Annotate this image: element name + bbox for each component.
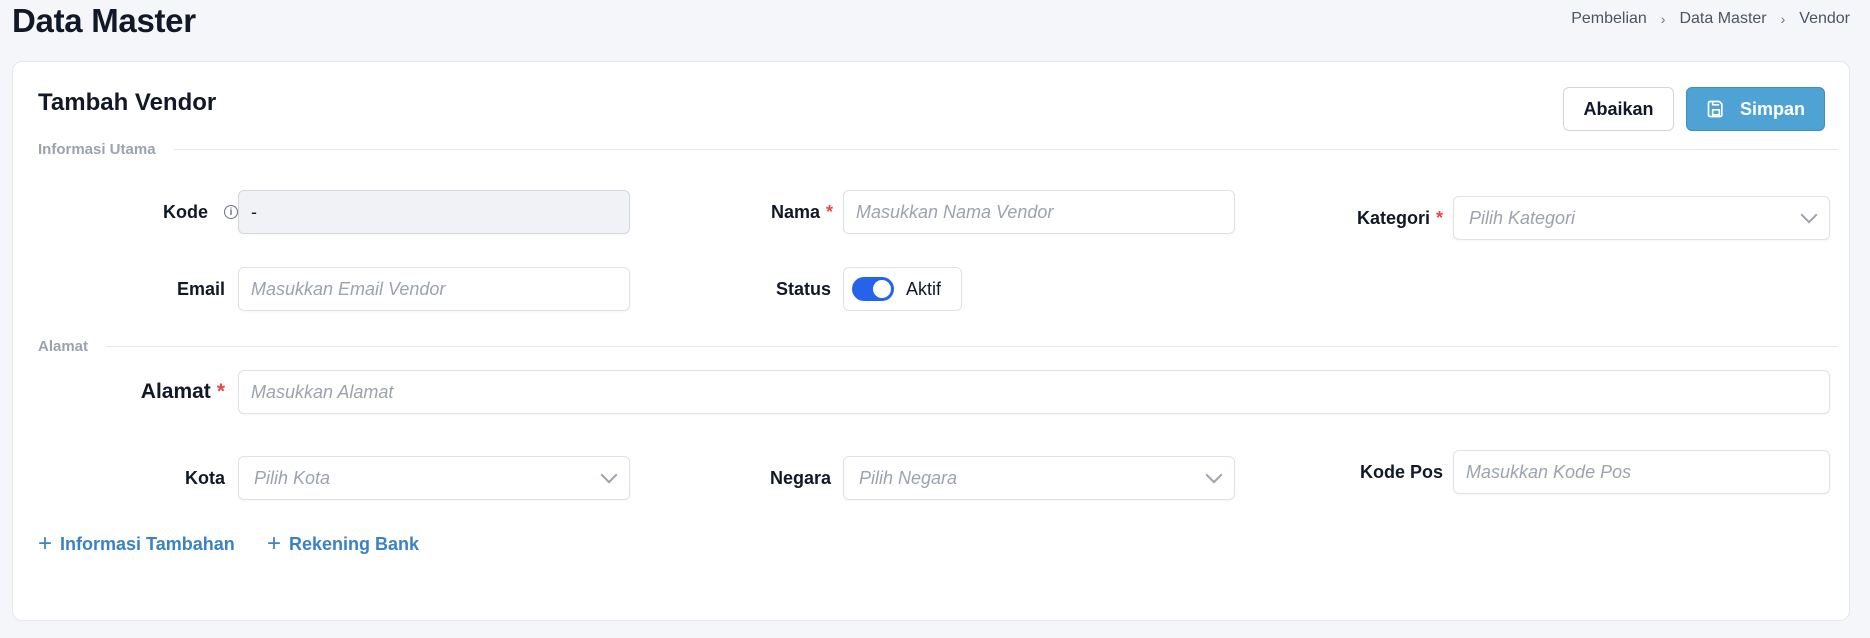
kode-label: Kode i xyxy=(113,190,238,234)
required-mark: * xyxy=(1435,207,1443,228)
chevron-down-icon xyxy=(1205,466,1223,484)
kota-label: Kota xyxy=(113,456,225,500)
negara-select-value: Pilih Negara xyxy=(859,467,958,488)
chevron-down-icon xyxy=(600,466,618,484)
nama-label-text: Nama xyxy=(770,201,820,222)
save-icon xyxy=(1707,100,1723,118)
kota-select[interactable]: Pilih Kota xyxy=(238,456,630,500)
breadcrumb-item-data-master[interactable]: Data Master xyxy=(1679,10,1766,28)
section-label-address: Alamat xyxy=(38,338,89,355)
status-value: Aktif xyxy=(906,278,942,299)
plus-icon: + xyxy=(38,530,53,557)
breadcrumb: Pembelian › Data Master › Vendor xyxy=(1571,10,1850,28)
kategori-label-text: Kategori xyxy=(1356,207,1430,228)
negara-label: Negara xyxy=(713,456,831,500)
add-info-label: Informasi Tambahan xyxy=(60,533,235,554)
status-field: Aktif xyxy=(843,267,962,311)
kode-pos-label: Kode Pos xyxy=(1313,450,1443,494)
kode-label-text: Kode xyxy=(163,201,208,222)
alamat-label-text: Alamat xyxy=(140,380,211,403)
kategori-select[interactable]: Pilih Kategori xyxy=(1453,196,1830,240)
chevron-right-icon: › xyxy=(1780,11,1786,27)
add-bank-label: Rekening Bank xyxy=(289,533,420,554)
email-label: Email xyxy=(113,267,225,311)
kode-pos-label-text: Kode Pos xyxy=(1359,461,1443,482)
email-label-text: Email xyxy=(176,278,225,299)
cancel-button[interactable]: Abaikan xyxy=(1563,87,1674,131)
save-button[interactable]: Simpan xyxy=(1686,87,1825,131)
section-informasi-utama: Informasi Utama xyxy=(38,141,1838,158)
plus-icon: + xyxy=(267,530,282,557)
breadcrumb-item-pembelian[interactable]: Pembelian xyxy=(1571,10,1647,28)
status-label: Status xyxy=(713,267,831,311)
kode-field: - xyxy=(238,190,630,234)
add-informasi-tambahan-button[interactable]: + Informasi Tambahan xyxy=(38,532,235,556)
info-icon[interactable]: i xyxy=(224,205,238,219)
kategori-select-value: Pilih Kategori xyxy=(1469,207,1576,228)
status-toggle[interactable] xyxy=(852,277,894,301)
chevron-right-icon: › xyxy=(1660,11,1666,27)
status-label-text: Status xyxy=(775,278,831,299)
negara-select[interactable]: Pilih Negara xyxy=(843,456,1235,500)
required-mark: * xyxy=(825,201,833,222)
kota-select-value: Pilih Kota xyxy=(254,467,331,488)
alamat-input[interactable]: Masukkan Alamat xyxy=(238,370,1830,414)
add-rekening-bank-button[interactable]: + Rekening Bank xyxy=(267,532,419,556)
save-button-label: Simpan xyxy=(1739,98,1805,119)
nama-label: Nama * xyxy=(713,190,833,234)
nama-input[interactable]: Masukkan Nama Vendor xyxy=(843,190,1235,234)
email-input[interactable]: Masukkan Email Vendor xyxy=(238,267,630,311)
kota-label-text: Kota xyxy=(185,467,225,488)
negara-label-text: Negara xyxy=(769,467,831,488)
breadcrumb-item-vendor: Vendor xyxy=(1799,10,1850,27)
vendor-form-card: Tambah Vendor Abaikan Simpan Informasi U… xyxy=(12,61,1850,621)
kategori-label: Kategori * xyxy=(1313,196,1443,240)
alamat-label: Alamat * xyxy=(113,370,225,414)
form-title: Tambah Vendor xyxy=(38,89,217,116)
section-label-main: Informasi Utama xyxy=(38,141,156,158)
kode-pos-input[interactable]: Masukkan Kode Pos xyxy=(1453,450,1830,494)
chevron-down-icon xyxy=(1800,206,1818,224)
required-mark: * xyxy=(216,380,225,403)
section-divider xyxy=(106,346,1838,347)
section-alamat: Alamat xyxy=(38,338,1838,355)
section-divider xyxy=(173,149,1838,150)
page-title: Data Master xyxy=(12,2,196,39)
